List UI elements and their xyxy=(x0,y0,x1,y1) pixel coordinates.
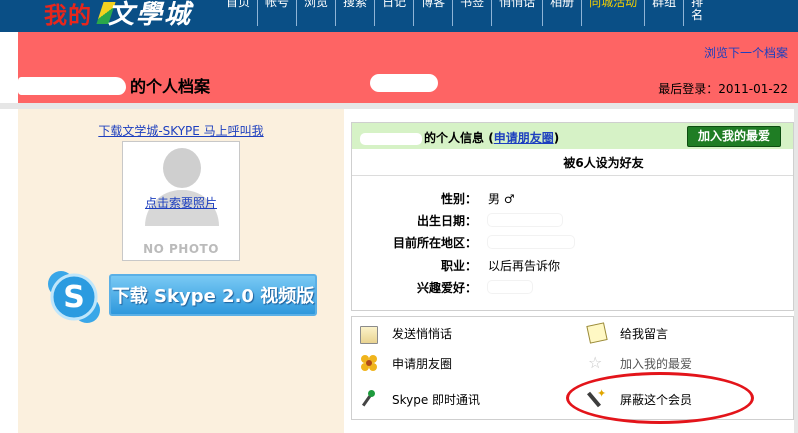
field-region: 目前所在地区： xyxy=(352,231,793,251)
flower-icon xyxy=(360,354,378,372)
field-occupation: 职业： 以后再告诉你 xyxy=(352,254,793,274)
field-label: 目前所在地区： xyxy=(392,236,477,250)
add-favorite-label: 加入我的最爱 xyxy=(620,356,693,371)
add-favorite-action[interactable]: ☆ 加入我的最爱 xyxy=(588,351,692,375)
nav-item-ranking[interactable]: 排名 xyxy=(684,0,710,26)
site-logo[interactable]: 我的 文學城 xyxy=(36,0,204,30)
nav-item-search[interactable]: 搜索 xyxy=(336,0,376,26)
nav-links: 首页 帐号 浏览 搜索 日记 博客 书签 悄悄话 相册 同城活动 群组 排名 xyxy=(222,0,798,26)
add-favorite-button[interactable]: 加入我的最爱 xyxy=(687,126,781,147)
field-value: 以后再告诉你 xyxy=(488,259,561,273)
info-header: 的个人信息 (申请朋友圈) 加入我的最爱 xyxy=(352,123,793,149)
nav-item-groups[interactable]: 群组 xyxy=(645,0,685,26)
leave-comment-action[interactable]: 给我留言 xyxy=(586,321,669,345)
nav-item-browse[interactable]: 浏览 xyxy=(297,0,337,26)
svg-text:S: S xyxy=(63,280,85,315)
redacted-name xyxy=(501,157,564,170)
send-message-action[interactable]: 发送悄悄话 xyxy=(360,321,452,345)
skype-chat-label: Skype 即时通讯 xyxy=(392,392,481,407)
note-icon xyxy=(586,322,608,344)
redacted-username xyxy=(18,77,126,95)
browse-next-profile-link[interactable]: 浏览下一个档案 xyxy=(704,44,788,61)
nav-item-diary[interactable]: 日记 xyxy=(375,0,415,26)
nav-item-blog[interactable]: 博客 xyxy=(414,0,454,26)
right-border xyxy=(794,109,798,433)
nav-item-local-events[interactable]: 同城活动 xyxy=(582,0,646,26)
redacted-value xyxy=(488,236,574,248)
folder-icon xyxy=(360,326,378,344)
profile-info-panel: 的个人信息 (申请朋友圈) 加入我的最爱 被6人设为好友 性别： 男 ♂ 出生日… xyxy=(351,122,794,311)
info-header-text: 的个人信息 xyxy=(424,131,485,145)
field-gender: 性别： 男 ♂ xyxy=(352,187,793,207)
last-login-label: 最后登录： xyxy=(658,82,719,96)
highlight-oval xyxy=(566,372,754,424)
redacted-name xyxy=(360,132,422,145)
skype-chat-action[interactable]: Skype 即时通讯 xyxy=(360,387,480,411)
top-navigation: 我的 文學城 首页 帐号 浏览 搜索 日记 博客 书签 悄悄话 相册 同城活动 … xyxy=(0,0,798,32)
field-label: 兴趣爱好： xyxy=(416,281,477,295)
profile-photo: 点击索要照片 NO PHOTO xyxy=(122,141,240,261)
logo-text-part2: 文學城 xyxy=(108,0,193,30)
apply-friend-link[interactable]: 申请朋友圈 xyxy=(494,131,554,145)
avatar-head-icon xyxy=(163,148,201,188)
no-photo-label: NO PHOTO xyxy=(143,242,219,256)
nav-item-home[interactable]: 首页 xyxy=(222,0,259,26)
skype-logo-icon[interactable]: S xyxy=(46,269,102,325)
microphone-icon xyxy=(360,390,378,408)
field-label: 出生日期： xyxy=(416,214,477,228)
nav-item-bookmarks[interactable]: 书签 xyxy=(453,0,493,26)
friends-count-text: 被6人设为好友 xyxy=(563,156,644,170)
nav-item-album[interactable]: 相册 xyxy=(543,0,583,26)
apply-friend-action[interactable]: 申请朋友圈 xyxy=(360,351,452,375)
last-login: 最后登录：2011-01-22 xyxy=(658,80,788,97)
field-birthdate: 出生日期： xyxy=(352,209,793,229)
info-header-label: 的个人信息 (申请朋友圈) xyxy=(360,129,559,146)
nav-item-messages[interactable]: 悄悄话 xyxy=(492,0,544,26)
send-message-label: 发送悄悄话 xyxy=(392,326,453,341)
redacted-value xyxy=(488,281,532,293)
redacted-text xyxy=(370,74,438,92)
field-label: 性别： xyxy=(440,192,477,206)
field-label: 职业： xyxy=(440,259,477,273)
field-value: 男 ♂ xyxy=(488,192,515,206)
star-icon: ☆ xyxy=(588,353,603,372)
redacted-value xyxy=(488,214,562,226)
logo-text-part1: 我的 xyxy=(44,2,92,29)
field-interests: 兴趣爱好： xyxy=(352,276,793,296)
apply-friend-label: 申请朋友圈 xyxy=(392,356,453,371)
page-title-text: 的个人档案 xyxy=(130,77,211,96)
skype-download-link[interactable]: 下载文学城-SKYPE 马上呼叫我 xyxy=(18,122,344,139)
last-login-date: 2011-01-22 xyxy=(718,82,788,96)
leave-comment-label: 给我留言 xyxy=(620,326,669,341)
skype-download-banner[interactable]: 下载 Skype 2.0 视频版 xyxy=(109,274,317,316)
left-column: 下载文学城-SKYPE 马上呼叫我 点击索要照片 NO PHOTO S 下载 S… xyxy=(18,109,344,433)
nav-item-account[interactable]: 帐号 xyxy=(258,0,298,26)
friends-count: 被6人设为好友 xyxy=(352,150,793,176)
request-photo-link[interactable]: 点击索要照片 xyxy=(123,194,239,211)
